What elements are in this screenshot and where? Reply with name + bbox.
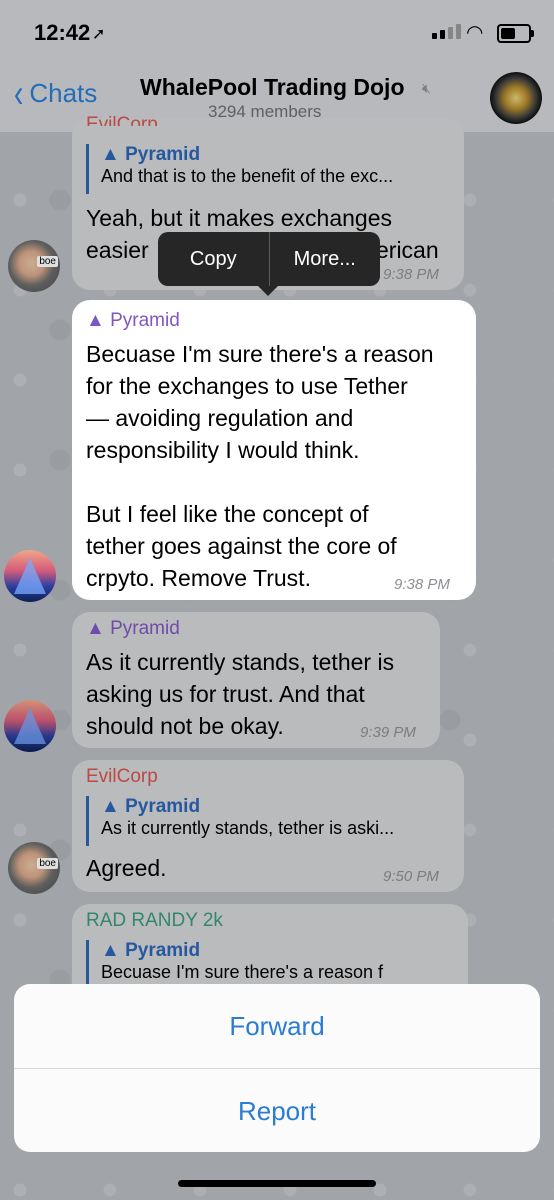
popover-arrow	[258, 286, 278, 296]
forwarded-from: ▲ Pyramid	[86, 310, 180, 331]
message-time: 9:38 PM	[394, 576, 450, 593]
forward-button[interactable]: Forward	[14, 984, 540, 1068]
action-sheet: Forward Report	[14, 984, 540, 1152]
message-text-line: — avoiding regulation and	[86, 405, 354, 431]
avatar[interactable]	[4, 550, 56, 602]
report-button[interactable]: Report	[14, 1069, 540, 1152]
message-text-line: But I feel like the concept of	[86, 501, 369, 527]
more-button[interactable]: More...	[270, 232, 381, 286]
home-indicator[interactable]	[178, 1180, 376, 1187]
message-text-line: for the exchanges to use Tether	[86, 373, 408, 399]
message-text-line: responsibility I would think.	[86, 437, 360, 463]
message-text-line: Becuase I'm sure there's a reason	[86, 341, 434, 367]
copy-button[interactable]: Copy	[158, 232, 269, 286]
context-menu: Copy More...	[158, 232, 381, 296]
message-text-line: tether goes against the core of	[86, 533, 397, 559]
message-bubble-selected[interactable]: ▲ Pyramid Becuase I'm sure there's a rea…	[72, 300, 476, 600]
message-text-line: crpyto. Remove Trust.	[86, 565, 311, 591]
